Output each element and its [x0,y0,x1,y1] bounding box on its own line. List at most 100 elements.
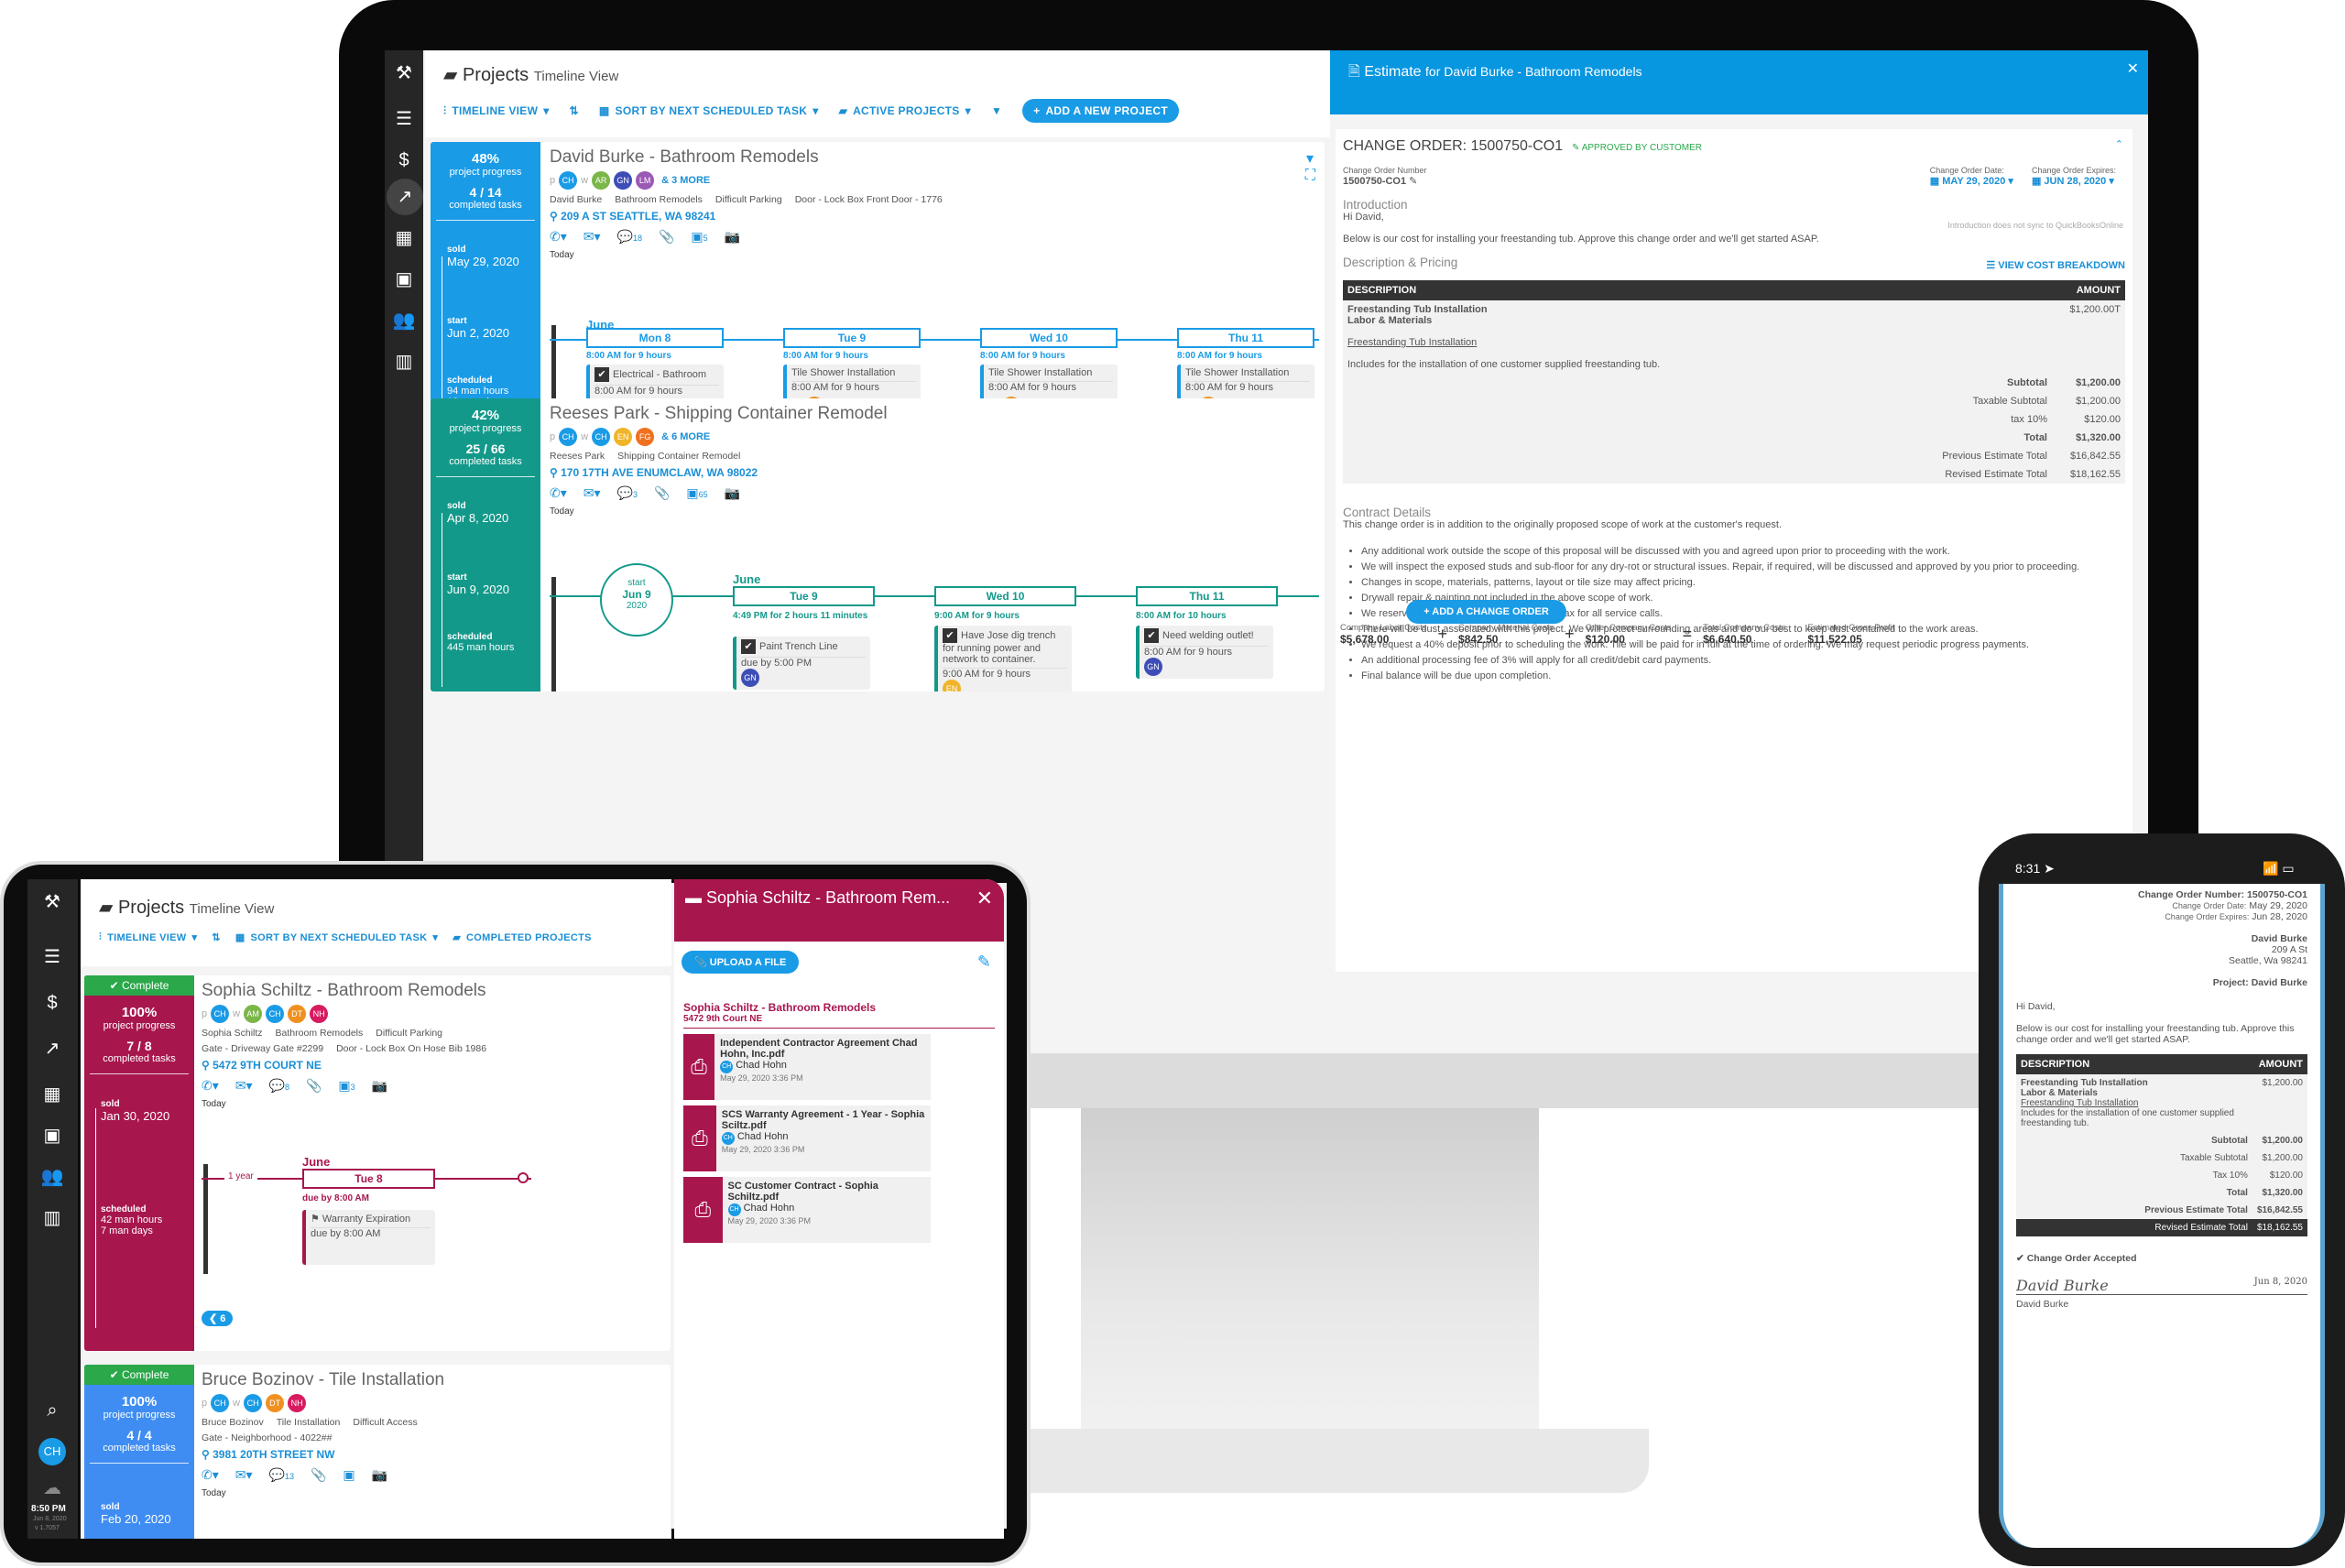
photos-icon[interactable]: ▣ [390,266,418,293]
email-icon[interactable]: ✉▾ [235,1467,253,1483]
search-icon[interactable]: ⌕ [38,1397,66,1424]
project-address[interactable]: ⚲ 3981 20TH STREET NW [202,1448,671,1461]
project-title[interactable]: David Burke - Bathroom Remodels [550,147,1325,168]
estimates-dollar-icon[interactable]: $ [390,147,418,174]
comments-icon[interactable]: 💬8 [269,1078,289,1094]
contacts-icon[interactable]: 👥 [38,1163,66,1191]
change-order-expires[interactable]: Change Order Expires: ▦ JUN 28, 2020 ▾ [2032,166,2116,187]
task-card[interactable]: ⚑ Warranty Expiration due by 8:00 AM [302,1210,435,1265]
avatar[interactable]: CH [244,1394,263,1412]
photos-icon[interactable]: ▣3 [338,1078,354,1094]
phone-icon[interactable]: ✆▾ [202,1078,219,1094]
expand-icon[interactable]: ⛶ [1305,168,1315,184]
day-header[interactable]: Tue 9 [783,328,921,348]
filter-button[interactable]: ▼ [991,104,1002,117]
photos-icon[interactable]: ▣ [343,1467,354,1483]
avatar[interactable]: CH [266,1005,285,1023]
hammer-logo-icon[interactable]: ⚒ [390,60,418,87]
project-title[interactable]: Bruce Bozinov - Tile Installation [202,1370,671,1390]
camera-icon[interactable]: 📷 [372,1467,387,1483]
avatar[interactable]: CH [559,171,578,190]
more-assignees-link[interactable]: & 6 MORE [661,431,710,442]
comments-icon[interactable]: 💬3 [617,485,638,501]
timeline-view-dropdown[interactable]: ⫶ TIMELINE VIEW ▾ [99,931,197,943]
more-assignees-link[interactable]: & 3 MORE [661,175,710,186]
camera-icon[interactable]: 📷 [725,229,740,245]
avatar[interactable]: AR [592,171,611,190]
cloud-sync-icon[interactable]: ☁ [38,1475,66,1502]
contacts-icon[interactable]: 👥 [390,307,418,334]
avatar[interactable]: DT [266,1394,285,1412]
comments-icon[interactable]: 💬18 [617,229,642,245]
avatar[interactable]: NH [288,1394,307,1412]
add-change-order-button[interactable]: + ADD A CHANGE ORDER [1406,600,1566,624]
project-address[interactable]: ⚲ 5472 9TH COURT NE [202,1059,671,1072]
tasks-list-icon[interactable]: ☰ [38,943,66,971]
photos-icon[interactable]: ▣ [38,1122,66,1149]
avatar[interactable]: LM [636,171,655,190]
attachment-icon[interactable]: 📎 [311,1467,326,1483]
upload-file-button[interactable]: 📎 UPLOAD A FILE [682,951,800,974]
day-header[interactable]: Mon 8 [586,328,724,348]
camera-icon[interactable]: 📷 [725,485,740,501]
project-title[interactable]: Sophia Schiltz - Bathroom Remodels [202,981,671,1001]
project-filter-dropdown[interactable]: ▰ ACTIVE PROJECTS ▾ [839,104,971,117]
project-address[interactable]: ⚲ 209 A ST SEATTLE, WA 98241 [550,210,1325,223]
project-title[interactable]: Reeses Park - Shipping Container Remodel [550,404,1325,424]
phone-icon[interactable]: ✆▾ [202,1467,219,1483]
timeline-view-dropdown[interactable]: ⫶ TIMELINE VIEW ▾ [443,104,550,118]
avatar[interactable]: GN [614,171,633,190]
task-card[interactable]: ✔ Paint Trench Line due by 5:00 PM GN [733,637,870,690]
photos-icon[interactable]: ▣65 [686,485,707,501]
task-card[interactable]: ✔ Need welding outlet! 8:00 AM for 9 hours… [1136,626,1273,679]
avatar[interactable]: CH [559,428,578,446]
user-avatar[interactable]: CH [38,1438,66,1465]
file-item[interactable]: ⎙ Independent Contractor Agreement Chad H… [683,1034,931,1100]
day-header[interactable]: Thu 11 [1177,328,1314,348]
day-header[interactable]: Wed 10 [934,586,1076,606]
phone-icon[interactable]: ✆▾ [550,485,567,501]
collapse-chevron-icon[interactable]: ⌃ [2115,138,2123,150]
attachment-icon[interactable]: 📎 [659,229,674,245]
change-order-date[interactable]: Change Order Date: ▦ MAY 29, 2020 ▾ [1930,166,2013,187]
file-item[interactable]: ⎙ SCS Warranty Agreement - 1 Year - Sophi… [683,1105,931,1171]
tasks-list-icon[interactable]: ☰ [390,105,418,133]
attachment-icon[interactable]: 📎 [654,485,670,501]
day-header[interactable]: Wed 10 [980,328,1118,348]
close-icon[interactable]: ✕ [976,887,993,910]
reports-chart-icon[interactable]: ▥ [38,1204,66,1232]
comments-icon[interactable]: 💬13 [269,1467,294,1483]
hammer-logo-icon[interactable]: ⚒ [38,888,66,916]
project-address[interactable]: ⚲ 170 17TH AVE ENUMCLAW, WA 98022 [550,466,1325,479]
edit-icon[interactable]: ✎ [1409,176,1417,187]
avatar[interactable]: EN [614,428,633,446]
photos-icon[interactable]: ▣5 [691,229,707,245]
sort-dropdown[interactable]: ▦ SORT BY NEXT SCHEDULED TASK ▾ [599,104,819,117]
day-header[interactable]: Tue 9 [733,586,875,606]
phone-icon[interactable]: ✆▾ [550,229,567,245]
sort-order-button[interactable]: ⇅ [212,931,221,943]
reports-chart-icon[interactable]: ▥ [390,348,418,376]
avatar[interactable]: NH [310,1005,329,1023]
avatar[interactable]: CH [211,1394,230,1412]
view-cost-breakdown-link[interactable]: ☰ VIEW COST BREAKDOWN [1986,259,2125,271]
collapse-icon[interactable]: ▾ [1306,149,1314,168]
file-item[interactable]: ⎙ SC Customer Contract - Sophia Schiltz.p… [683,1177,931,1243]
sort-order-button[interactable]: ⇅ [570,104,579,117]
avatar[interactable]: FG [636,428,655,446]
projects-folder-icon[interactable]: ↗ [38,1035,66,1062]
avatar[interactable]: DT [288,1005,307,1023]
project-filter-dropdown[interactable]: ▰ COMPLETED PROJECTS [453,931,592,944]
task-card[interactable]: ✔ Have Jose dig trench for running power … [934,626,1072,691]
previous-tasks-button[interactable]: ❮ 6 [202,1311,234,1326]
email-icon[interactable]: ✉▾ [235,1078,253,1094]
avatar[interactable]: AM [244,1005,263,1023]
estimates-dollar-icon[interactable]: $ [38,989,66,1017]
day-header[interactable]: Thu 11 [1136,586,1278,606]
email-icon[interactable]: ✉▾ [584,485,601,501]
projects-folder-icon[interactable]: ↗ [387,179,423,215]
calendar-icon[interactable]: ▦ [38,1081,66,1108]
sort-dropdown[interactable]: ▦ SORT BY NEXT SCHEDULED TASK ▾ [235,931,438,944]
avatar[interactable]: CH [211,1005,230,1023]
avatar[interactable]: CH [592,428,611,446]
